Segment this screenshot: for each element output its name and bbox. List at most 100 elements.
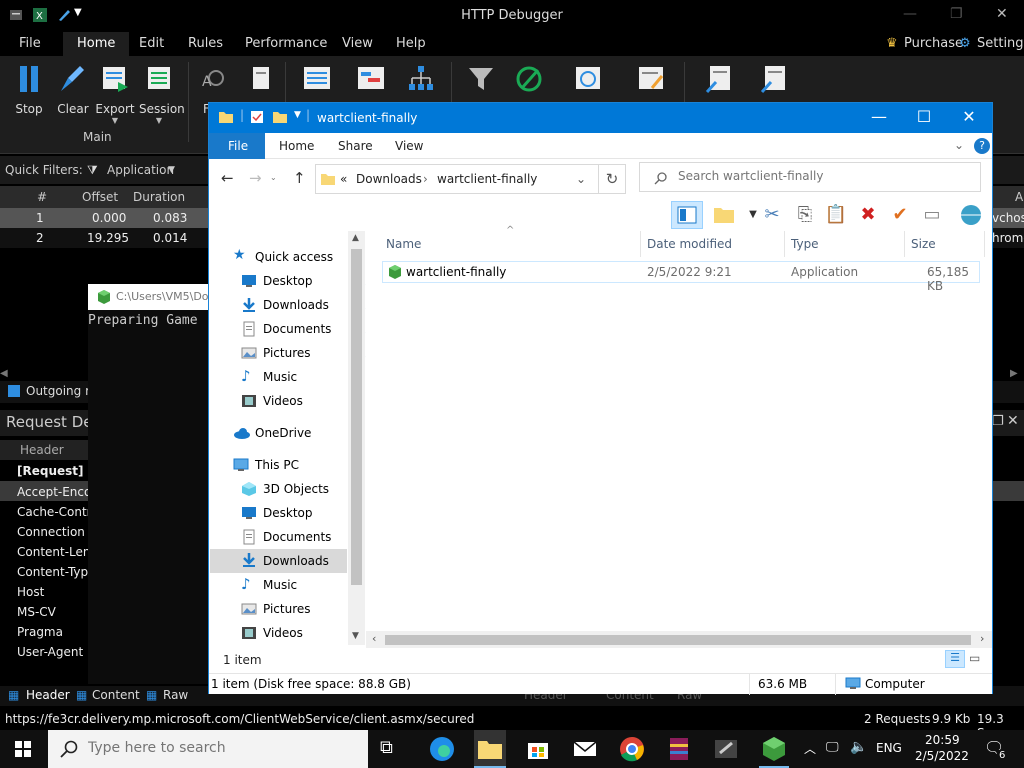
- col-name[interactable]: Name: [386, 237, 421, 251]
- store-icon[interactable]: [524, 735, 552, 763]
- menu-edit[interactable]: Edit: [139, 36, 164, 51]
- nav-scroll-thumb[interactable]: [351, 249, 362, 585]
- tab-outgoing[interactable]: Outgoing re: [26, 384, 97, 398]
- compose-button[interactable]: [631, 64, 671, 94]
- preview-pane-icon[interactable]: [671, 201, 703, 229]
- float-icon[interactable]: ❐: [992, 414, 1004, 429]
- purchase-icon[interactable]: ♛: [886, 36, 898, 51]
- header-row[interactable]: Connection: [17, 525, 85, 539]
- console-title-bar[interactable]: C:\Users\VM5\Do: [88, 284, 209, 310]
- tab-file[interactable]: File: [209, 133, 265, 159]
- large-icons-view-icon[interactable]: ▭: [969, 651, 980, 665]
- header-row[interactable]: [Request]: [17, 464, 84, 478]
- minimize-icon[interactable]: —: [903, 6, 917, 22]
- new-folder-icon[interactable]: [712, 203, 736, 227]
- new-folder-icon[interactable]: [272, 110, 288, 124]
- explorer-title-bar[interactable]: | ▼ | wartclient-finally — ☐ ✕: [209, 103, 992, 133]
- header-row[interactable]: Host: [17, 585, 44, 599]
- tree-button[interactable]: [401, 64, 441, 94]
- col-offset[interactable]: Offset: [82, 190, 118, 204]
- breadcrumb-downloads[interactable]: Downloads: [356, 172, 422, 186]
- copy-icon[interactable]: ⎘: [793, 203, 817, 227]
- address-bar[interactable]: « Downloads › wartclient-finally ⌄: [315, 164, 599, 194]
- copy-button[interactable]: [240, 64, 280, 94]
- menu-home[interactable]: Home: [63, 32, 130, 56]
- clock-date[interactable]: 2/5/2022: [915, 749, 969, 763]
- purchase-link[interactable]: Purchase: [904, 36, 963, 51]
- delete-icon[interactable]: ✖: [856, 203, 880, 227]
- close-panel-icon[interactable]: ✕: [1007, 413, 1019, 429]
- header-row[interactable]: Content-Leng: [17, 545, 98, 559]
- maximize-icon[interactable]: ❐: [950, 6, 963, 22]
- list-view-button[interactable]: [297, 64, 337, 94]
- settings-icon[interactable]: ⚙: [959, 36, 971, 51]
- breadcrumb-overflow[interactable]: «: [340, 172, 347, 186]
- hscroll-thumb[interactable]: [385, 635, 971, 645]
- menu-view[interactable]: View: [342, 36, 373, 51]
- col-duration[interactable]: Duration: [133, 190, 185, 204]
- volume-icon[interactable]: 🔈: [850, 739, 867, 755]
- tab-raw[interactable]: Raw: [163, 688, 188, 702]
- cut-icon[interactable]: ✂: [760, 203, 784, 227]
- wartclient-taskbar-icon[interactable]: [759, 730, 789, 768]
- header-row[interactable]: User-Agent: [17, 645, 83, 659]
- col-app-partial[interactable]: A: [1015, 190, 1023, 204]
- details-view-icon[interactable]: ☰: [945, 650, 965, 668]
- replay-button[interactable]: [568, 64, 608, 94]
- highlight-button[interactable]: [509, 64, 549, 94]
- recent-dropdown-icon[interactable]: ⌄: [270, 173, 277, 182]
- properties-icon[interactable]: [250, 110, 264, 124]
- col-number[interactable]: #: [37, 190, 47, 204]
- close-icon[interactable]: ✕: [946, 107, 992, 126]
- scroll-left-icon[interactable]: ‹: [372, 632, 376, 645]
- file-explorer-taskbar-icon[interactable]: [474, 730, 506, 768]
- horizontal-scrollbar[interactable]: ‹ ›: [366, 631, 992, 648]
- session-button[interactable]: Session ▼: [139, 64, 185, 125]
- tray-overflow-icon[interactable]: ︿: [804, 740, 816, 757]
- col-type[interactable]: Type: [791, 237, 819, 251]
- scroll-up-icon[interactable]: ▲: [352, 233, 359, 243]
- chrome-icon[interactable]: [618, 735, 646, 763]
- close-icon[interactable]: ✕: [996, 6, 1008, 22]
- stop-button[interactable]: Stop: [9, 64, 49, 116]
- filter-application-dropdown[interactable]: Application: [107, 163, 174, 177]
- scroll-right-icon[interactable]: ›: [980, 632, 984, 645]
- export-button[interactable]: Export ▼: [95, 64, 135, 125]
- clock-time[interactable]: 20:59: [925, 733, 960, 747]
- forward-arrow-icon[interactable]: →: [249, 169, 262, 187]
- header-row[interactable]: MS-CV: [17, 605, 56, 619]
- nav-scrollbar[interactable]: ▲ ▼: [348, 231, 365, 645]
- address-dropdown-icon[interactable]: ⌄: [576, 172, 586, 186]
- header-row[interactable]: Cache-Contro: [17, 505, 99, 519]
- file-row[interactable]: wartclient-finally 2/5/2022 9:21 Applica…: [382, 261, 980, 293]
- timeline-button[interactable]: [351, 64, 391, 94]
- nav-pc-downloads-selected[interactable]: Downloads: [210, 549, 347, 573]
- globe-icon[interactable]: [959, 203, 983, 227]
- header-row[interactable]: Content-Type: [17, 565, 96, 579]
- language-indicator[interactable]: ENG: [876, 741, 902, 755]
- breadcrumb-separator-icon[interactable]: ›: [423, 172, 428, 186]
- scroll-down-icon[interactable]: ▼: [352, 631, 359, 641]
- tab-view[interactable]: View: [395, 139, 423, 153]
- header-row[interactable]: Pragma: [17, 625, 63, 639]
- menu-file[interactable]: File: [19, 36, 41, 51]
- checkmark-icon[interactable]: ✔: [888, 203, 912, 227]
- scroll-right-icon[interactable]: ▶: [1010, 368, 1024, 382]
- help-icon[interactable]: ?: [974, 138, 990, 154]
- menu-performance[interactable]: Performance: [245, 36, 327, 51]
- settings-link[interactable]: Settings: [977, 36, 1024, 51]
- edge-icon[interactable]: [428, 735, 456, 763]
- mail-icon[interactable]: [571, 735, 599, 763]
- windows-start-icon[interactable]: [15, 741, 31, 757]
- menu-rules[interactable]: Rules: [188, 36, 223, 51]
- back-arrow-icon[interactable]: ←: [221, 169, 234, 187]
- maximize-icon[interactable]: ☐: [901, 107, 947, 126]
- up-arrow-icon[interactable]: ↑: [293, 169, 306, 187]
- qat-dropdown-icon[interactable]: ▼: [294, 110, 301, 120]
- paste-icon[interactable]: 📋: [824, 203, 848, 227]
- refresh-button[interactable]: ↻: [598, 164, 626, 194]
- tab-home[interactable]: Home: [279, 139, 314, 153]
- tab-header[interactable]: Header: [26, 688, 70, 702]
- taskbar-search-input[interactable]: [88, 740, 358, 756]
- response-edit-button[interactable]: [754, 64, 794, 94]
